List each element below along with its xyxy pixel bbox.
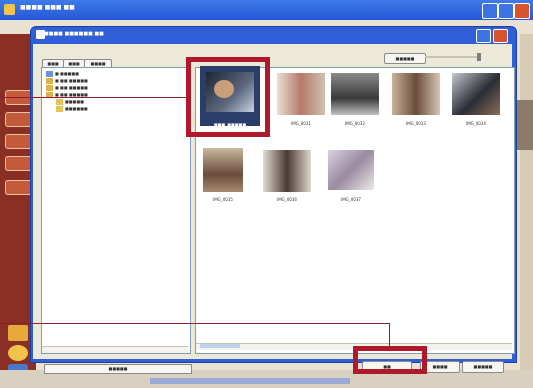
tree-bottom-button[interactable]: ■■■■■ xyxy=(44,364,192,374)
thumbnail-caption-1: IMG_0031 xyxy=(291,121,311,126)
user-icon[interactable] xyxy=(8,345,28,361)
thumbnail-2[interactable] xyxy=(331,73,379,115)
dialog-close-button[interactable] xyxy=(493,29,508,43)
app-icon xyxy=(4,4,15,15)
dialog-title: ■■■■ ■■■■■■ ■■ xyxy=(44,31,104,37)
folder-icon[interactable] xyxy=(8,325,28,341)
help-button[interactable] xyxy=(476,29,491,43)
preview-scrollbar-thumb[interactable] xyxy=(200,344,240,348)
cancel-button[interactable]: ■■■■■ xyxy=(462,361,504,373)
callout-box-open-button xyxy=(353,346,427,374)
folder-icon xyxy=(46,78,53,84)
thumbnail-caption-5: IMG_0035 xyxy=(213,197,233,202)
thumbnail-6[interactable] xyxy=(263,150,311,192)
thumbnail-3[interactable] xyxy=(392,73,440,115)
thumbnail-caption-4: IMG_0034 xyxy=(466,121,486,126)
background-titlebar xyxy=(0,0,533,20)
thumbnail-4[interactable] xyxy=(452,73,500,115)
right-panel xyxy=(520,34,533,388)
callout-line-2 xyxy=(0,323,389,324)
thumbnail-5[interactable] xyxy=(203,148,243,192)
tree-item-2[interactable]: ■ ■■ ■■■■■ xyxy=(55,78,88,83)
callout-box-thumbnail xyxy=(186,57,270,137)
folder-icon xyxy=(56,106,63,112)
thumbnail-caption-2: IMG_0032 xyxy=(345,121,365,126)
folder-icon xyxy=(46,85,53,91)
folder-tree[interactable]: ■ ■■■■■ ■ ■■ ■■■■■ ■ ■■ ■■■■■ ■ ■■ ■■■■■… xyxy=(41,67,191,354)
background-title: ■■■■ ■■■ ■■ xyxy=(20,4,75,11)
thumbnail-caption-6: IMG_0036 xyxy=(277,197,297,202)
zoom-slider[interactable] xyxy=(425,56,477,58)
tree-scrollbar[interactable] xyxy=(42,346,188,353)
right-panel-thumbnail xyxy=(515,100,533,150)
toolbar-button[interactable]: ■■■■■ xyxy=(384,53,426,64)
side-button-3[interactable] xyxy=(5,134,33,149)
tree-item-1[interactable]: ■ ■■■■■ xyxy=(55,71,79,76)
callout-line-1 xyxy=(0,97,188,98)
side-button-5[interactable] xyxy=(5,180,33,195)
close-button[interactable] xyxy=(514,3,530,19)
tree-item-3[interactable]: ■ ■■ ■■■■■ xyxy=(55,85,88,90)
thumbnail-1[interactable] xyxy=(277,73,325,115)
minimize-button[interactable] xyxy=(482,3,498,19)
thumbnail-caption-7: IMG_0037 xyxy=(341,197,361,202)
tree-item-5[interactable]: ■■■■■ xyxy=(65,99,84,104)
status-progress xyxy=(150,378,350,384)
tree-item-6[interactable]: ■■■■■■ xyxy=(65,106,88,111)
folder-icon xyxy=(56,99,63,105)
thumbnail-7[interactable] xyxy=(328,150,374,190)
side-button-2[interactable] xyxy=(5,112,33,127)
maximize-button[interactable] xyxy=(498,3,514,19)
zoom-slider-handle[interactable] xyxy=(477,53,481,61)
thumbnail-caption-3: IMG_0033 xyxy=(406,121,426,126)
side-button-4[interactable] xyxy=(5,156,33,171)
callout-line-2-vertical xyxy=(389,323,390,347)
computer-icon xyxy=(46,71,53,77)
